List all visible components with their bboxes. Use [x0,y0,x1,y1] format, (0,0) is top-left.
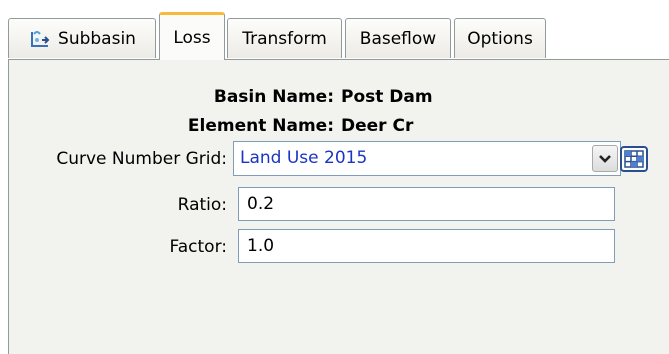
ratio-label: Ratio: [177,195,227,215]
loss-panel: Basin Name: Post Dam Element Name: Deer … [8,59,669,354]
element-name-value: Deer Cr [341,116,414,136]
tab-label: Loss [173,27,211,48]
element-name-label: Element Name: [187,116,334,136]
tab-label: Baseflow [359,28,437,49]
curve-number-grid-select[interactable]: Land Use 2015 [233,141,621,176]
tab-bar: Subbasin Loss Transform Baseflow Options [8,10,669,62]
subbasin-icon [28,28,52,50]
ratio-value: 0.2 [247,194,275,214]
basin-name-label: Basin Name: [213,87,334,107]
factor-label: Factor: [169,237,227,257]
factor-value: 1.0 [247,236,275,256]
factor-field[interactable]: 1.0 [238,229,615,263]
tab-label: Options [467,28,533,49]
tab-label: Subbasin [58,28,136,49]
curve-number-grid-value: Land Use 2015 [240,148,368,168]
tab-loss[interactable]: Loss [159,12,225,60]
tab-baseflow[interactable]: Baseflow [345,18,451,58]
basin-name-value: Post Dam [341,87,433,107]
grid-icon [620,146,648,172]
tab-transform[interactable]: Transform [227,18,342,58]
tab-label: Transform [242,28,327,49]
chevron-down-icon [599,154,611,163]
ratio-field[interactable]: 0.2 [238,187,615,221]
tab-subbasin[interactable]: Subbasin [8,18,156,58]
curve-number-grid-label: Curve Number Grid: [56,149,227,169]
dropdown-button[interactable] [592,145,618,172]
component-editor-window: Subbasin Loss Transform Baseflow Options… [0,0,669,354]
tab-options[interactable]: Options [454,18,546,58]
grid-manager-button[interactable] [618,145,650,173]
